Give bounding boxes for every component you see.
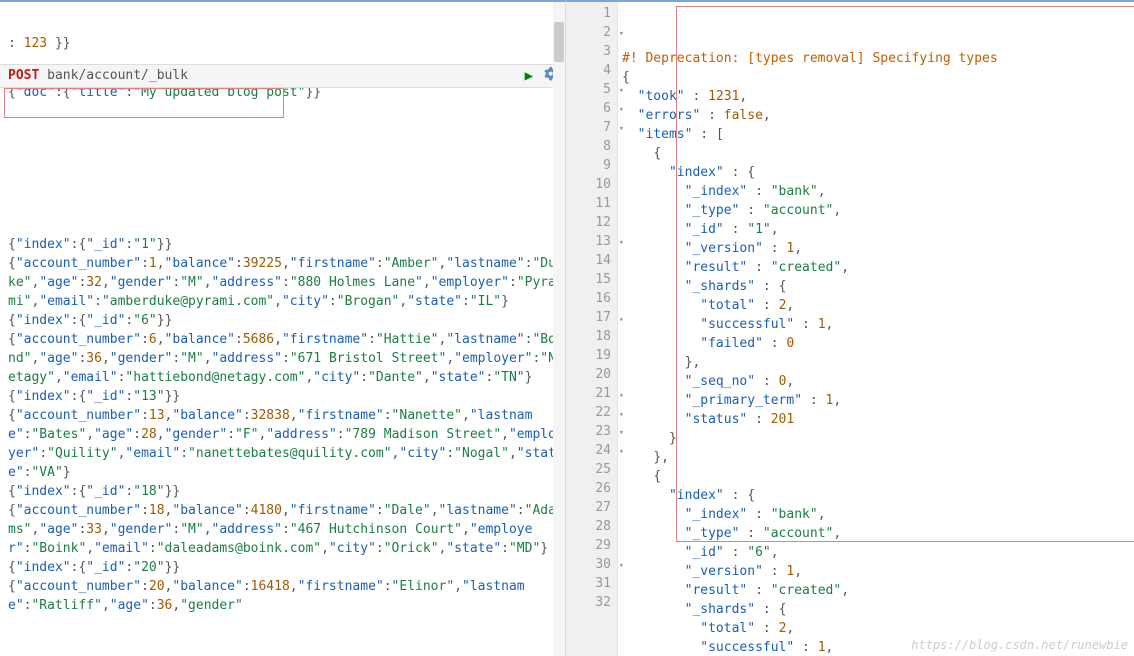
code-line: "_version" : 1, [622, 562, 1130, 581]
code-line: "total" : 2, [622, 296, 1130, 315]
scrollbar-thumb[interactable] [554, 22, 564, 62]
code-line: "status" : 201 [622, 410, 1130, 429]
line-gutter: 12▾345▾6▾7▾8910111213▾14151617▴18192021▴… [566, 2, 618, 656]
code-line: "_index" : "bank", [622, 505, 1130, 524]
code-line: : 123 }} [8, 34, 561, 53]
play-icon[interactable]: ▶ [525, 65, 533, 87]
http-path: bank/account/_bulk [47, 68, 188, 83]
code-line: "_index" : "bank", [622, 182, 1130, 201]
code-line: { [622, 68, 1130, 87]
code-line: "result" : "created", [622, 258, 1130, 277]
code-line: "items" : [ [622, 125, 1130, 144]
code-line: "_id" : "6", [622, 543, 1130, 562]
code-line: }, [622, 448, 1130, 467]
code-line: {"account_number":1,"balance":39225,"fir… [8, 254, 561, 311]
code-line: "_shards" : { [622, 600, 1130, 619]
code-line: } [622, 429, 1130, 448]
code-line: {"index":{"_id":"6"}} [8, 311, 561, 330]
code-line: {"account_number":20,"balance":16418,"fi… [8, 577, 561, 615]
code-line: "index" : { [622, 486, 1130, 505]
code-line: "errors" : false, [622, 106, 1130, 125]
code-line: "_id" : "1", [622, 220, 1130, 239]
blank-line [8, 132, 561, 151]
code-line: "_shards" : { [622, 277, 1130, 296]
request-line[interactable]: POST bank/account/_bulk ▶ [0, 64, 565, 88]
code-line: {"account_number":18,"balance":4180,"fir… [8, 501, 561, 558]
code-line: { [622, 144, 1130, 163]
code-line: "successful" : 1, [622, 315, 1130, 334]
watermark-text: https://blog.csdn.net/runewbie [911, 638, 1128, 652]
response-body[interactable]: #! Deprecation: [types removal] Specifyi… [618, 2, 1134, 656]
code-line: "_version" : 1, [622, 239, 1130, 258]
code-line: { [622, 467, 1130, 486]
code-line: {"account_number":6,"balance":5686,"firs… [8, 330, 561, 387]
code-line: "_type" : "account", [622, 524, 1130, 543]
code-line: "index" : { [622, 163, 1130, 182]
editor-body[interactable]: : 123 }} {"doc":{"title":"My updated blo… [0, 2, 565, 656]
code-line: "_type" : "account", [622, 201, 1130, 220]
code-line: "_seq_no" : 0, [622, 372, 1130, 391]
code-line: }, [622, 353, 1130, 372]
code-line: #! Deprecation: [types removal] Specifyi… [622, 49, 1130, 68]
code-line: "result" : "created", [622, 581, 1130, 600]
request-editor-pane[interactable]: : 123 }} {"doc":{"title":"My updated blo… [0, 0, 566, 656]
code-line: "total" : 2, [622, 619, 1130, 638]
code-line: {"index":{"_id":"1"}} [8, 235, 561, 254]
code-line: "_primary_term" : 1, [622, 391, 1130, 410]
code-line: {"index":{"_id":"13"}} [8, 387, 561, 406]
code-line: "took" : 1231, [622, 87, 1130, 106]
code-line: {"index":{"_id":"18"}} [8, 482, 561, 501]
code-line: {"index":{"_id":"20"}} [8, 558, 561, 577]
code-line: {"account_number":13,"balance":32838,"fi… [8, 406, 561, 482]
code-line: "failed" : 0 [622, 334, 1130, 353]
http-method: POST [8, 68, 39, 83]
response-pane[interactable]: 12▾345▾6▾7▾8910111213▾14151617▴18192021▴… [566, 0, 1134, 656]
